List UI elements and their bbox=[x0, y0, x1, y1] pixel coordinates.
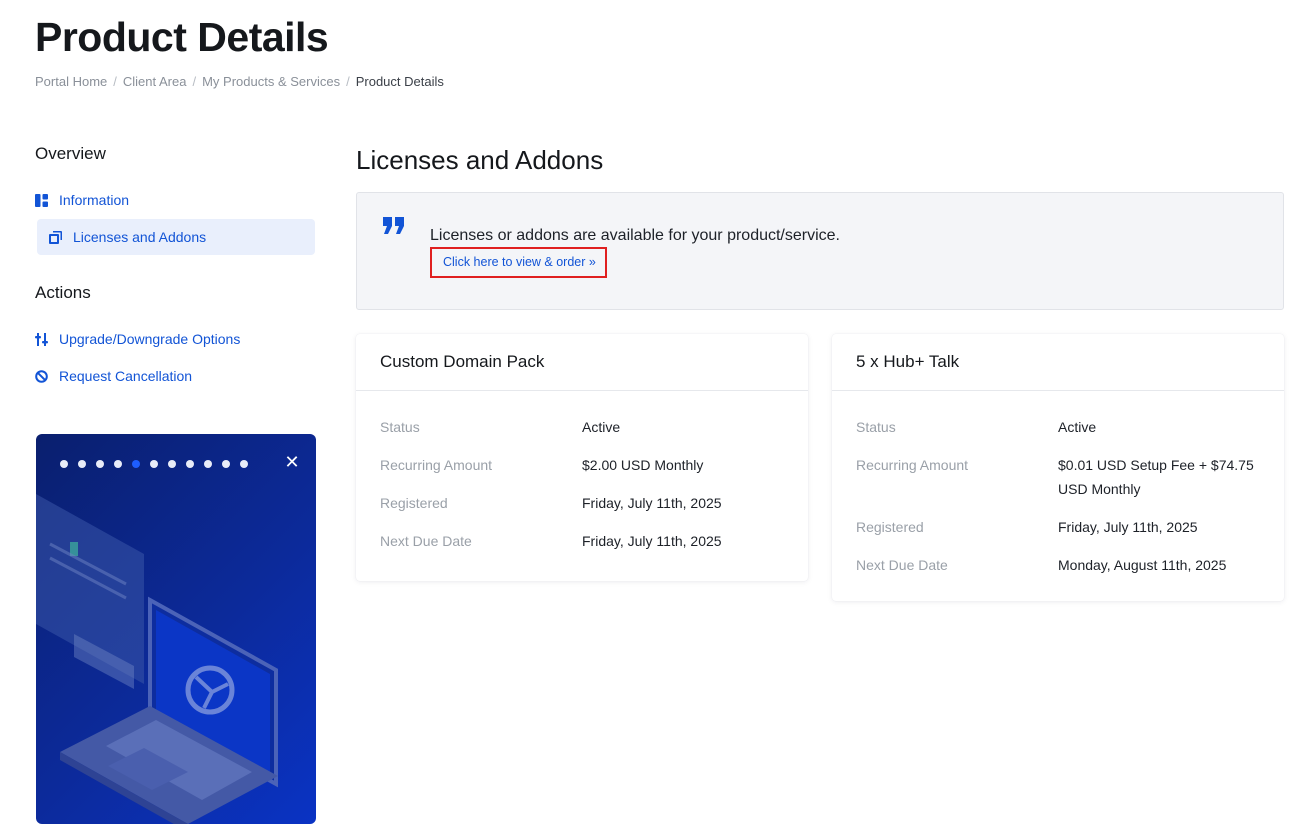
detail-value: Active bbox=[1058, 419, 1097, 435]
actions-heading: Actions bbox=[35, 283, 91, 302]
detail-row-recurring-amount: Recurring Amount $0.01 USD Setup Fee + $… bbox=[856, 453, 1260, 501]
carousel-dot[interactable] bbox=[204, 460, 212, 468]
detail-value: Friday, July 11th, 2025 bbox=[1058, 519, 1198, 535]
detail-row-next-due-date: Next Due Date Monday, August 11th, 2025 bbox=[856, 553, 1260, 577]
promo-carousel: ✕ bbox=[36, 434, 316, 824]
notice-message: Licenses or addons are available for you… bbox=[430, 227, 840, 244]
detail-label: Next Due Date bbox=[380, 533, 472, 549]
breadcrumb-client-area[interactable]: Client Area bbox=[123, 74, 187, 89]
carousel-dot[interactable] bbox=[186, 460, 194, 468]
addon-card-title: 5 x Hub+ Talk bbox=[832, 334, 1284, 391]
carousel-dot[interactable] bbox=[150, 460, 158, 468]
detail-row-status: Status Active bbox=[856, 415, 1260, 439]
breadcrumb-separator: / bbox=[346, 74, 350, 89]
laptop-illustration bbox=[36, 494, 278, 824]
detail-value: Monday, August 11th, 2025 bbox=[1058, 557, 1227, 573]
detail-row-recurring-amount: Recurring Amount $2.00 USD Monthly bbox=[380, 453, 784, 477]
addon-card-details: Status Active Recurring Amount $0.01 USD… bbox=[832, 391, 1284, 577]
quote-icon bbox=[383, 217, 405, 240]
detail-label: Status bbox=[856, 419, 896, 435]
section-title: Licenses and Addons bbox=[356, 145, 604, 175]
addons-notice: Licenses or addons are available for you… bbox=[356, 192, 1284, 310]
detail-label: Recurring Amount bbox=[856, 457, 969, 473]
breadcrumb-my-products[interactable]: My Products & Services bbox=[202, 74, 340, 89]
actions-menu: Upgrade/Downgrade Options Request Cancel… bbox=[35, 321, 316, 394]
breadcrumb-separator: / bbox=[113, 74, 117, 89]
dashboard-icon bbox=[35, 193, 48, 207]
breadcrumb-current: Product Details bbox=[355, 74, 444, 89]
sliders-icon bbox=[35, 332, 48, 346]
carousel-dot-active[interactable] bbox=[132, 460, 140, 468]
sidebar-item-label: Upgrade/Downgrade Options bbox=[59, 331, 241, 347]
sidebar-item-label: Licenses and Addons bbox=[73, 229, 207, 245]
carousel-dot[interactable] bbox=[240, 460, 248, 468]
carousel-dot[interactable] bbox=[96, 460, 104, 468]
breadcrumb: Portal Home / Client Area / My Products … bbox=[35, 74, 444, 89]
detail-label: Registered bbox=[380, 495, 448, 511]
detail-label: Registered bbox=[856, 519, 924, 535]
page-title: Product Details bbox=[35, 14, 329, 60]
detail-label: Next Due Date bbox=[856, 557, 948, 573]
sidebar-item-information[interactable]: Information bbox=[35, 182, 316, 218]
detail-label: Recurring Amount bbox=[380, 457, 493, 473]
sidebar-item-request-cancellation[interactable]: Request Cancellation bbox=[35, 358, 316, 394]
detail-value: Friday, July 11th, 2025 bbox=[582, 495, 722, 511]
carousel-dot[interactable] bbox=[114, 460, 122, 468]
detail-value: $2.00 USD Monthly bbox=[582, 457, 704, 473]
view-and-order-link[interactable]: Click here to view & order » bbox=[430, 247, 607, 278]
addon-card: Custom Domain Pack Status Active Recurri… bbox=[356, 334, 808, 581]
detail-value: Friday, July 11th, 2025 bbox=[582, 533, 722, 549]
detail-row-registered: Registered Friday, July 11th, 2025 bbox=[856, 515, 1260, 539]
breadcrumb-separator: / bbox=[192, 74, 197, 89]
addon-card: 5 x Hub+ Talk Status Active Recurring Am… bbox=[832, 334, 1284, 601]
carousel-dot[interactable] bbox=[78, 460, 86, 468]
breadcrumb-portal-home[interactable]: Portal Home bbox=[35, 74, 107, 89]
detail-value: $0.01 USD Setup Fee + $74.75 USD Monthly bbox=[1058, 457, 1254, 497]
sidebar-item-label: Information bbox=[59, 192, 130, 208]
sidebar-item-licenses-and-addons[interactable]: Licenses and Addons bbox=[37, 219, 315, 255]
addon-card-title: Custom Domain Pack bbox=[356, 334, 808, 391]
carousel-dot[interactable] bbox=[222, 460, 230, 468]
detail-row-registered: Registered Friday, July 11th, 2025 bbox=[380, 491, 784, 515]
ban-icon bbox=[35, 369, 48, 383]
overview-menu: Information Licenses and Addons bbox=[35, 182, 316, 255]
close-icon[interactable]: ✕ bbox=[284, 453, 300, 471]
sidebar-item-upgrade-downgrade[interactable]: Upgrade/Downgrade Options bbox=[35, 321, 316, 357]
addons-icon bbox=[49, 230, 62, 244]
sidebar-item-label: Request Cancellation bbox=[59, 368, 193, 384]
overview-heading: Overview bbox=[35, 144, 106, 163]
addon-card-details: Status Active Recurring Amount $2.00 USD… bbox=[356, 391, 808, 553]
detail-row-next-due-date: Next Due Date Friday, July 11th, 2025 bbox=[380, 529, 784, 553]
carousel-dot[interactable] bbox=[60, 460, 68, 468]
carousel-dot[interactable] bbox=[168, 460, 176, 468]
sidebar: Overview Information Licenses and Addons… bbox=[35, 140, 316, 418]
detail-value: Active bbox=[582, 419, 621, 435]
carousel-dots bbox=[60, 460, 248, 468]
detail-row-status: Status Active bbox=[380, 415, 784, 439]
main-content: Licenses and Addons Licenses or addons a… bbox=[356, 140, 1284, 601]
detail-label: Status bbox=[380, 419, 420, 435]
